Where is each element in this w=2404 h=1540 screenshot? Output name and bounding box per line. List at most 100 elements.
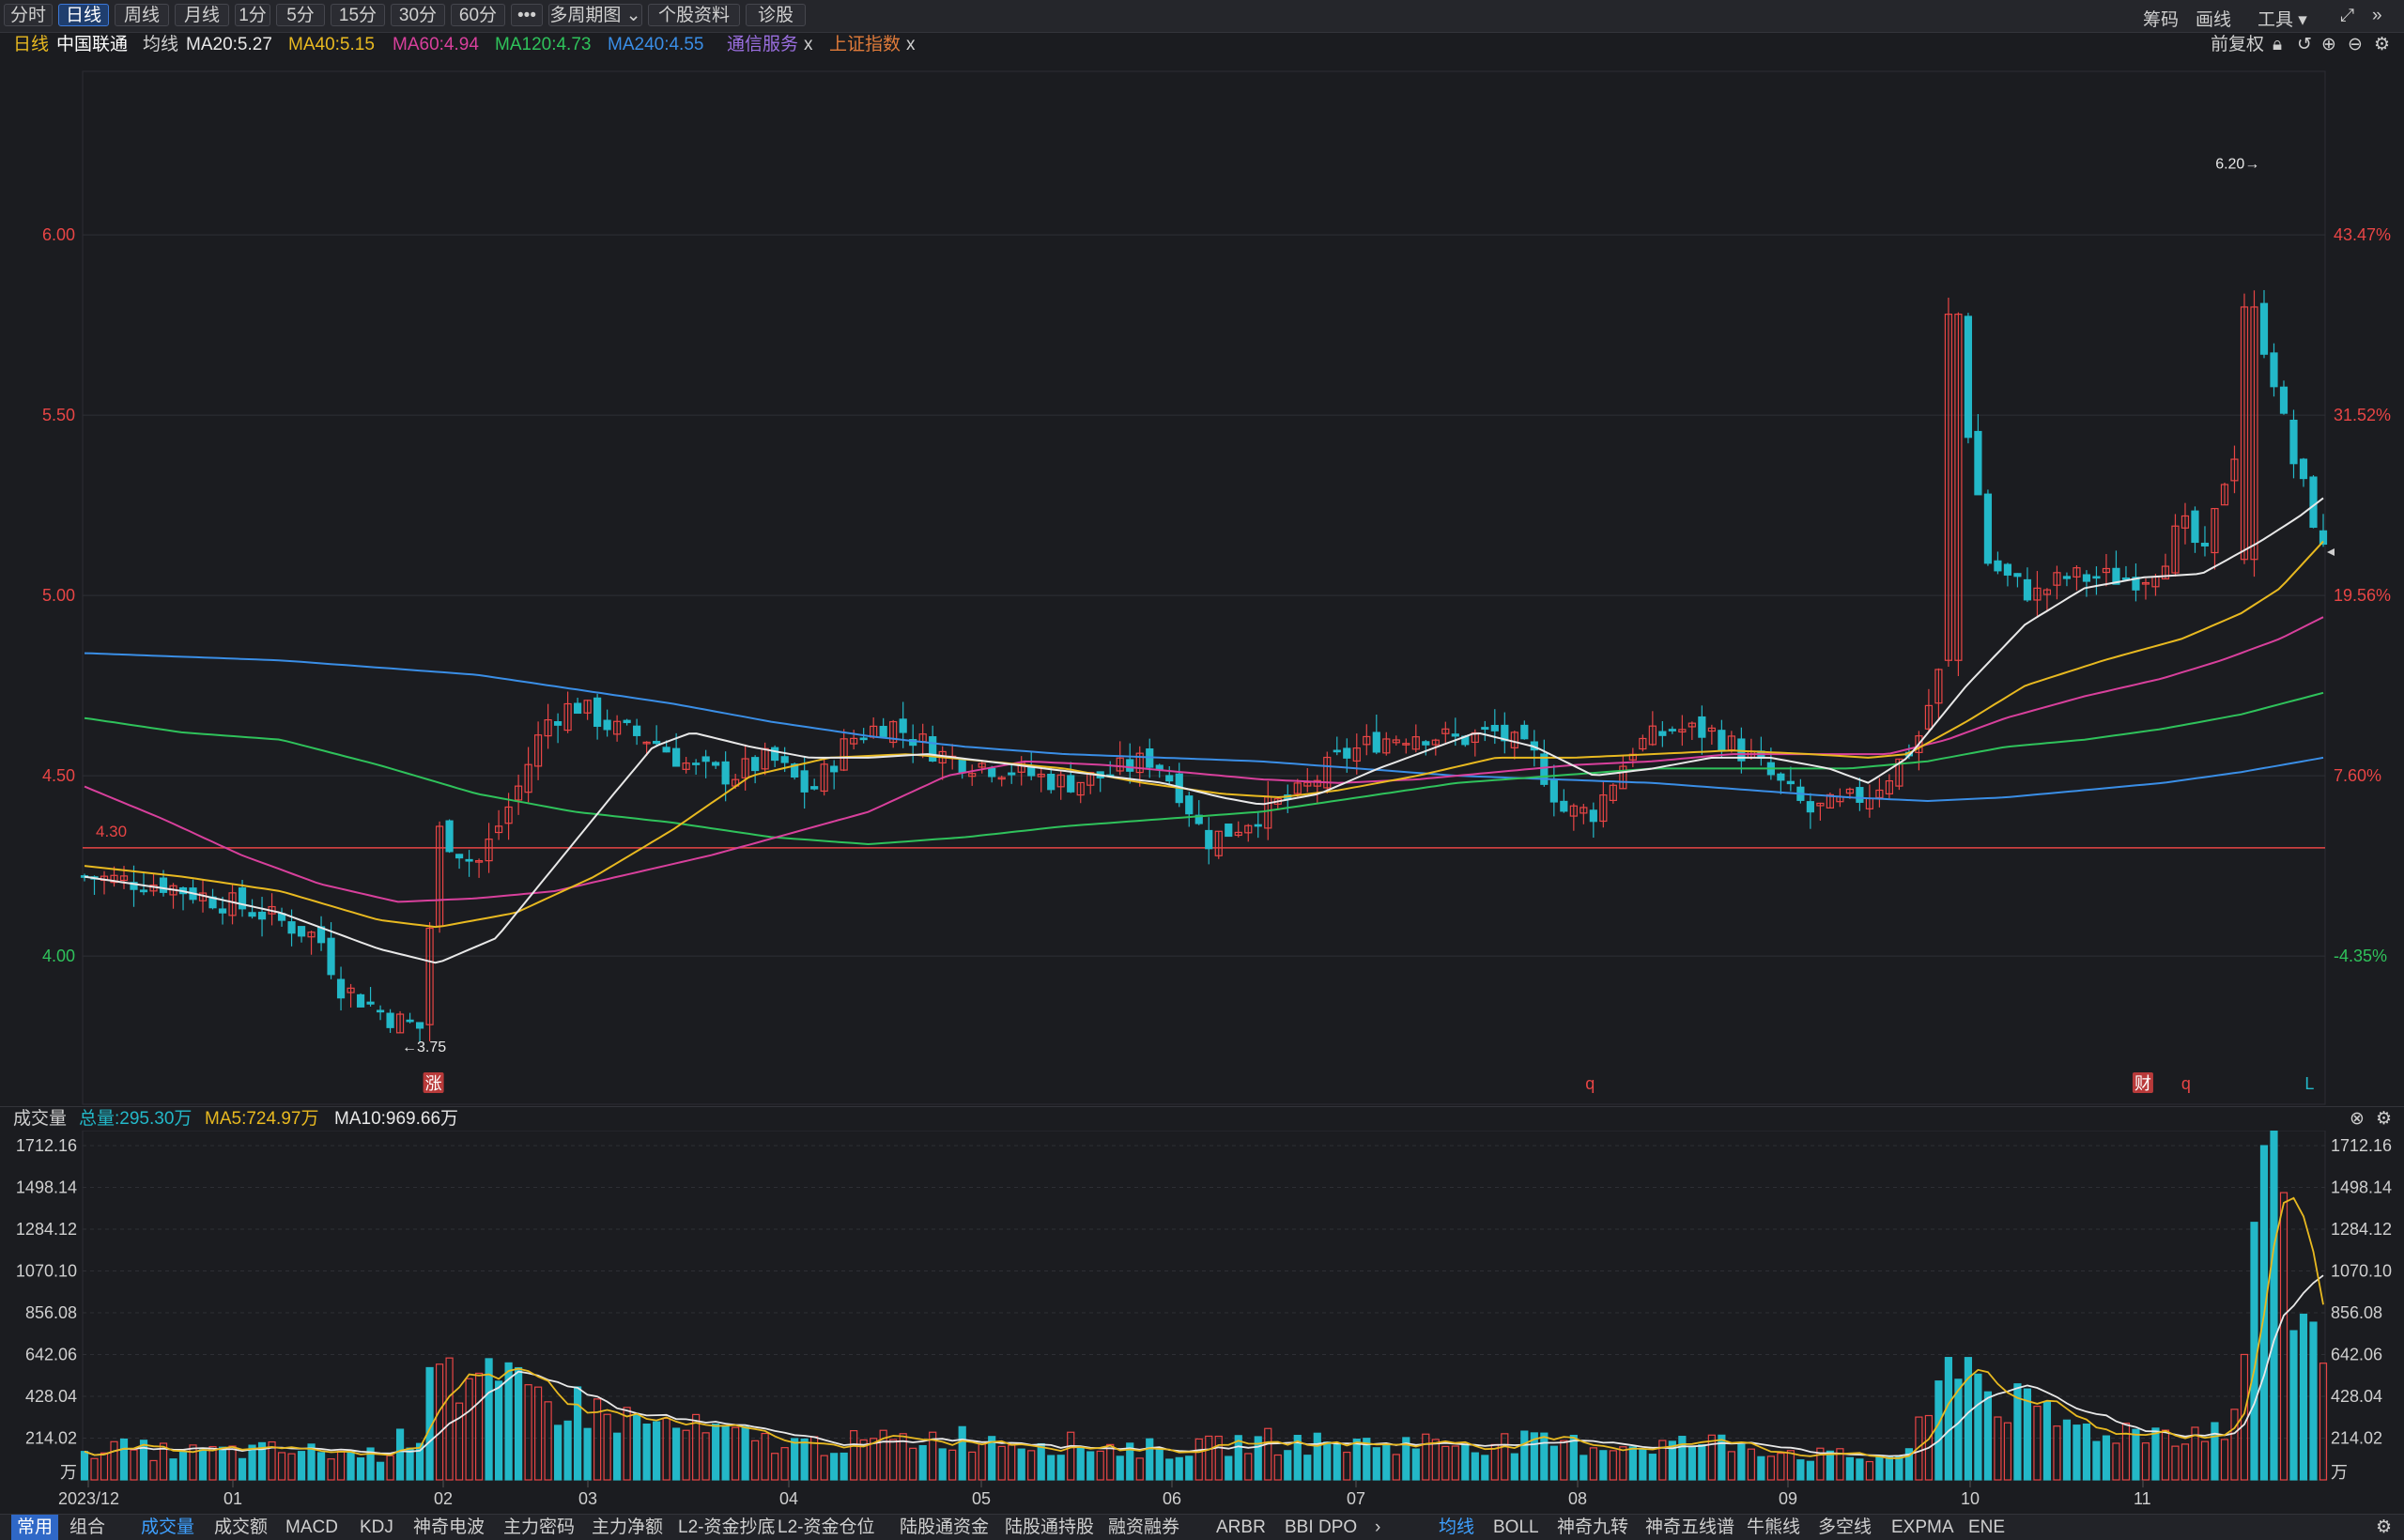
toolbar-button-1[interactable]: 日线 (58, 4, 109, 26)
tabs-next-icon[interactable]: › (1375, 1515, 1380, 1540)
stock-name[interactable]: 中国联通 (56, 32, 128, 58)
volume-bar (2151, 1427, 2160, 1481)
volume-bar (1856, 1458, 1864, 1481)
indicator-tab-6[interactable]: 主力净额 (592, 1515, 663, 1540)
candle (1244, 824, 1253, 842)
toolbar-button-0[interactable]: 分时 (4, 4, 53, 26)
volume-title[interactable]: 成交量 (13, 1107, 67, 1132)
volume-chart[interactable]: 1712.16 1712.16 1498.14 1498.14 1284.12 1284.… (0, 1131, 2404, 1514)
sector-close-icon[interactable]: x (804, 32, 813, 58)
toolbar-right-2[interactable]: 工具 ▾ (2258, 6, 2307, 31)
volume-bar (1865, 1460, 1873, 1481)
overlay-tab-7[interactable]: ENE (1968, 1515, 2005, 1540)
candle (1175, 762, 1183, 808)
tab-common[interactable]: 常用 (11, 1515, 59, 1540)
overlay-tab-4[interactable]: 牛熊线 (1747, 1515, 1800, 1540)
candle-body (2270, 352, 2278, 388)
volume-bar (653, 1421, 661, 1481)
indicator-tab-4[interactable]: 神奇电波 (413, 1515, 485, 1540)
candle-body (554, 721, 562, 726)
overlay-tab-0[interactable]: 均线 (1439, 1515, 1474, 1540)
candle (1037, 765, 1045, 793)
candle (1885, 774, 1894, 799)
index-close-icon[interactable]: x (906, 32, 916, 58)
toolbar-right-0[interactable]: 筹码 (2143, 6, 2179, 31)
expand-icon[interactable]: ⤢ (2340, 6, 2354, 26)
tab-combo[interactable]: 组合 (69, 1515, 105, 1540)
indicator-tab-13[interactable]: BBI (1285, 1515, 1314, 1540)
volume-bar (721, 1425, 730, 1481)
sector-overlay[interactable]: 通信服务 (727, 32, 798, 58)
volume-bar (2092, 1440, 2101, 1481)
candle-body (2200, 542, 2210, 547)
candle (1481, 720, 1489, 742)
zoom-out-icon[interactable]: ⊖ (2348, 32, 2363, 58)
indicator-tab-11[interactable]: 融资融券 (1108, 1515, 1179, 1540)
toolbar-right-1[interactable]: 画线 (2196, 6, 2231, 31)
candle (1017, 756, 1025, 786)
indicator-tab-8[interactable]: L2-资金仓位 (778, 1515, 874, 1540)
toolbar-button-12[interactable]: 诊股 (746, 4, 806, 26)
volume-bar (1560, 1440, 1568, 1481)
candle (1067, 762, 1075, 793)
candle (268, 893, 276, 926)
toolbar-button-10[interactable]: 多周期图 ⌄ (548, 4, 642, 26)
tabs-settings-icon[interactable]: ⚙ (2376, 1515, 2392, 1540)
overlay-tab-6[interactable]: EXPMA (1891, 1515, 1954, 1540)
volume-bar (938, 1448, 947, 1481)
indicator-tab-10[interactable]: 陆股通持股 (1005, 1515, 1094, 1540)
toolbar-button-7[interactable]: 30分 (391, 4, 445, 26)
volume-settings-icon[interactable]: ⚙ (2376, 1107, 2392, 1132)
zoom-in-icon[interactable]: ⊕ (2321, 32, 2336, 58)
volume-bar (672, 1427, 681, 1481)
volume-bar (1313, 1432, 1321, 1481)
toolbar-button-8[interactable]: 60分 (451, 4, 505, 26)
x-axis-label: 05 (972, 1489, 991, 1508)
overlay-tab-5[interactable]: 多空线 (1818, 1515, 1872, 1540)
candle-body (1806, 801, 1814, 813)
toolbar-button-11[interactable]: 个股资料 (648, 4, 740, 26)
toolbar-button-2[interactable]: 周线 (115, 4, 169, 26)
price-chart[interactable]: 6.00 43.47% 5.50 31.52% 5.00 19.56% 4.50 7.60% 4… (0, 58, 2404, 1106)
overlay-tab-3[interactable]: 神奇五线谱 (1645, 1515, 1734, 1540)
volume-bar (997, 1445, 1006, 1481)
undo-icon[interactable]: ↺ (2297, 32, 2312, 58)
toolbar-button-5[interactable]: 5分 (276, 4, 325, 26)
volume-bar (395, 1428, 405, 1481)
indicator-tab-5[interactable]: 主力密码 (503, 1515, 575, 1540)
candle-body (2259, 302, 2269, 355)
indicator-tab-14[interactable]: DPO (1318, 1515, 1357, 1540)
toolbar-button-4[interactable]: 1分 (235, 4, 270, 26)
indicator-tab-3[interactable]: KDJ (360, 1515, 393, 1540)
adjust-mode[interactable]: 前复权 (2211, 32, 2264, 58)
indicator-tab-1[interactable]: 成交额 (214, 1515, 268, 1540)
indicator-tab-12[interactable]: ARBR (1216, 1515, 1266, 1540)
ma-label[interactable]: 均线 (143, 32, 178, 58)
settings-icon[interactable]: ⚙ (2374, 32, 2390, 58)
toolbar-button-6[interactable]: 15分 (331, 4, 385, 26)
volume-tick-right: 1712.16 (2331, 1136, 2392, 1155)
candle (574, 698, 582, 715)
overlay-tab-2[interactable]: 神奇九转 (1557, 1515, 1628, 1540)
candle (997, 776, 1006, 787)
candle-body (2279, 386, 2288, 414)
toolbar-button-3[interactable]: 月线 (175, 4, 229, 26)
indicator-tab-7[interactable]: L2-资金抄底 (678, 1515, 775, 1540)
indicator-tab-9[interactable]: 陆股通资金 (900, 1515, 989, 1540)
indicator-tab-2[interactable]: MACD (285, 1515, 338, 1540)
volume-close-icon[interactable]: ⊗ (2350, 1107, 2365, 1132)
more-icon[interactable]: » (2372, 6, 2382, 26)
candle (2259, 289, 2269, 359)
candle (1560, 789, 1568, 813)
candle (1648, 711, 1657, 747)
index-overlay[interactable]: 上证指数 (829, 32, 901, 58)
lock-icon[interactable]: 🔒︎ (2273, 32, 2282, 58)
candle-body (1185, 795, 1194, 815)
volume-bar (178, 1452, 188, 1481)
toolbar-button-9[interactable]: ••• (511, 4, 543, 26)
price-tick-right: 7.60% (2334, 766, 2381, 785)
overlay-tab-1[interactable]: BOLL (1493, 1515, 1539, 1540)
candle (1372, 715, 1380, 755)
candle (1569, 803, 1578, 831)
indicator-tab-0[interactable]: 成交量 (141, 1515, 194, 1540)
